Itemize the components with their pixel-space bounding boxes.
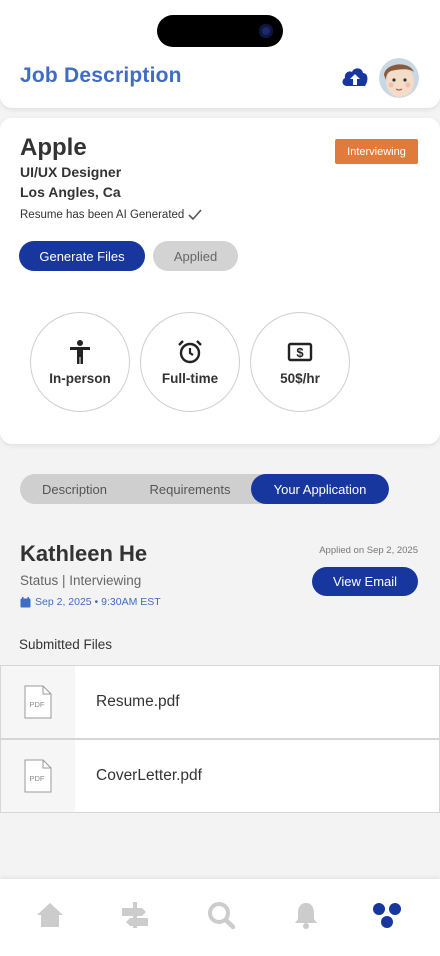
status-badge: Interviewing (335, 139, 418, 164)
file-item-coverletter[interactable]: PDF CoverLetter.pdf (0, 739, 440, 813)
user-avatar[interactable] (379, 58, 419, 98)
checkmark-icon (188, 209, 202, 221)
search-icon[interactable] (206, 900, 236, 930)
file-type-label: PDF (30, 700, 45, 709)
file-item-resume[interactable]: PDF Resume.pdf (0, 665, 440, 739)
signpost-icon[interactable] (120, 900, 150, 930)
datetime-label: Sep 2, 2025 • 9:30AM EST (35, 596, 161, 608)
applied-on-date: Applied on Sep 2, 2025 (319, 545, 418, 556)
home-icon[interactable] (35, 900, 65, 930)
calendar-icon (20, 596, 31, 607)
alarm-clock-icon (178, 339, 202, 363)
page-title: Job Description (20, 64, 182, 87)
file-type-label: PDF (30, 774, 45, 783)
tab-your-application[interactable]: Your Application (251, 474, 389, 504)
person-icon (70, 339, 90, 364)
application-status: Status | Interviewing (20, 573, 142, 588)
submitted-files-heading: Submitted Files (19, 637, 113, 652)
job-role: UI/UX Designer (20, 164, 122, 180)
ai-note-label: Resume has been AI Generated (20, 209, 185, 221)
feature-label: In-person (49, 370, 111, 386)
pdf-file-icon: PDF (1, 666, 75, 738)
feature-work-mode: In-person (30, 312, 130, 412)
pdf-file-icon: PDF (1, 740, 75, 812)
job-summary-card: Apple UI/UX Designer Los Angles, Ca Inte… (0, 118, 440, 444)
file-name: CoverLetter.pdf (96, 767, 202, 784)
file-name: Resume.pdf (96, 693, 180, 710)
cloud-upload-icon[interactable] (340, 65, 370, 91)
dollar-bill-icon: $ (287, 342, 313, 361)
company-name: Apple (20, 134, 87, 161)
bell-icon[interactable] (291, 900, 321, 930)
camera-notch (157, 15, 283, 47)
feature-label: Full-time (161, 370, 219, 386)
feature-pay-rate: $ 50$/hr (250, 312, 350, 412)
feature-employment-type: Full-time (140, 312, 240, 412)
profile-dots-icon[interactable] (372, 900, 402, 930)
ai-generated-note: Resume has been AI Generated (20, 209, 202, 221)
tab-description[interactable]: Description (20, 474, 129, 504)
job-location: Los Angles, Ca (20, 184, 121, 200)
applied-button[interactable]: Applied (153, 241, 238, 271)
section-tabs: Description Requirements Your Applicatio… (20, 474, 389, 504)
generate-files-button[interactable]: Generate Files (19, 241, 145, 271)
feature-label: 50$/hr (280, 370, 320, 386)
tab-requirements[interactable]: Requirements (129, 474, 251, 504)
applicant-name: Kathleen He (20, 541, 148, 566)
svg-text:$: $ (296, 345, 304, 360)
bottom-navigation (0, 879, 440, 956)
interview-datetime: Sep 2, 2025 • 9:30AM EST (20, 596, 161, 608)
view-email-button[interactable]: View Email (312, 567, 418, 596)
